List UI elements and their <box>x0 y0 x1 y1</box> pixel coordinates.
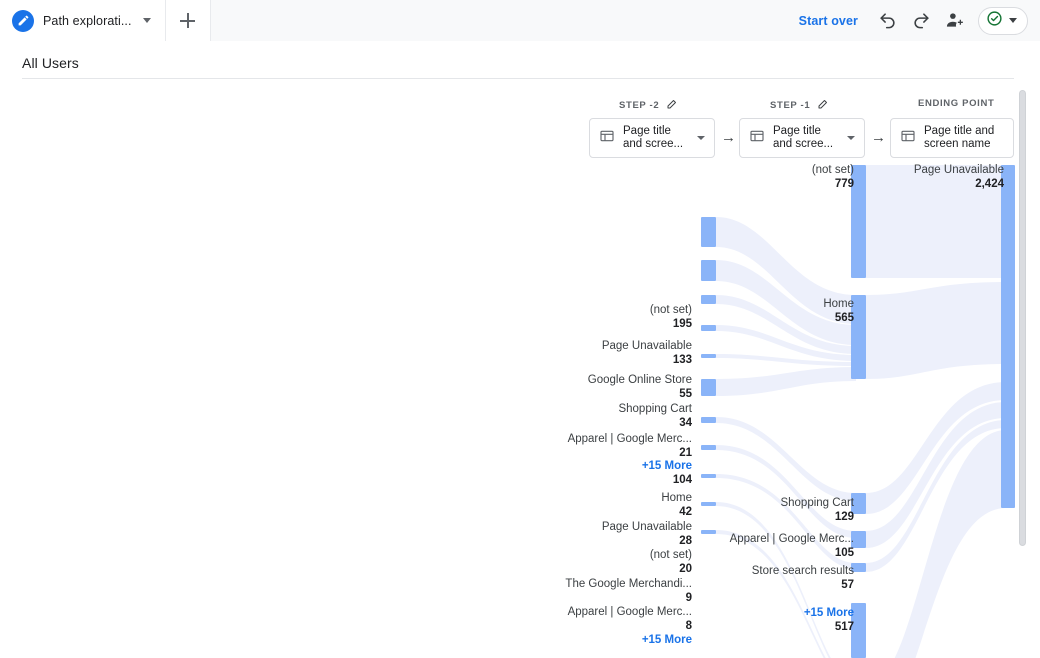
node-name: Page Unavailable <box>601 521 692 533</box>
node-name[interactable]: +15 More <box>642 634 692 648</box>
segment-header: All Users <box>0 41 1040 81</box>
segment-title: All Users <box>22 55 79 71</box>
node-name: Home <box>823 298 854 310</box>
node-name: Store search results <box>751 565 854 577</box>
node-name: (not set) <box>649 304 692 316</box>
divider <box>22 78 1014 79</box>
sankey-node-label-more[interactable]: +15 More 517 <box>804 607 854 634</box>
plus-icon <box>180 13 196 28</box>
sankey-node-bar[interactable] <box>701 354 716 358</box>
sankey-node-bar[interactable] <box>1001 165 1015 508</box>
node-value: 195 <box>672 317 692 330</box>
node-value: 517 <box>834 620 854 633</box>
pencil-circle-icon <box>12 9 34 32</box>
chevron-down-icon[interactable] <box>142 18 151 23</box>
tab-label: Path explorati... <box>43 13 132 28</box>
node-name[interactable]: +15 More <box>642 460 692 474</box>
node-name: (not set) <box>811 164 854 176</box>
node-name: Page Unavailable <box>601 340 692 352</box>
node-value: 2,424 <box>975 177 1004 190</box>
add-tab-button[interactable] <box>165 0 211 41</box>
node-name: Apparel | Google Merc... <box>567 433 692 445</box>
sankey-node-label[interactable]: The Google Merchandi... 9 <box>565 578 692 605</box>
sankey-node-bar[interactable] <box>701 325 716 331</box>
node-value: 104 <box>672 473 692 486</box>
node-name: Google Online Store <box>587 374 692 386</box>
node-name: Shopping Cart <box>618 403 692 415</box>
share-button[interactable] <box>938 4 972 38</box>
check-circle-icon <box>986 10 1003 32</box>
sankey-node-label[interactable]: Page Unavailable 28 <box>602 521 692 548</box>
node-value: 9 <box>685 591 692 604</box>
node-value: 28 <box>679 534 692 547</box>
sankey-node-bar[interactable] <box>701 217 716 247</box>
sankey-node-bar[interactable] <box>701 445 716 450</box>
sankey-node-label[interactable]: Page Unavailable 2,424 <box>914 164 1004 191</box>
undo-button[interactable] <box>870 4 904 38</box>
sankey-node-label[interactable]: Home 565 <box>823 298 854 325</box>
node-value: 20 <box>679 562 692 575</box>
node-name: Apparel | Google Merc... <box>729 533 854 545</box>
node-name: Shopping Cart <box>780 497 854 509</box>
chevron-down-icon[interactable] <box>1009 18 1017 23</box>
sankey-node-label[interactable]: Page Unavailable 133 <box>602 340 692 367</box>
sankey-node-label-more[interactable]: +15 More <box>642 634 692 648</box>
tab-path-exploration[interactable]: Path explorati... <box>0 0 166 41</box>
node-value: 779 <box>834 177 854 190</box>
sankey-ribbons <box>716 165 1006 658</box>
node-name: The Google Merchandi... <box>565 578 692 590</box>
node-value: 105 <box>834 546 854 559</box>
node-name: Page Unavailable <box>913 164 1004 176</box>
sankey-node-bar[interactable] <box>701 530 716 534</box>
node-name: Home <box>661 492 692 504</box>
sankey-node-label[interactable]: Shopping Cart 34 <box>618 403 692 430</box>
sankey-node-label[interactable]: Google Online Store 55 <box>588 374 692 401</box>
node-value: 42 <box>679 505 692 518</box>
node-value: 129 <box>834 510 854 523</box>
vertical-scrollbar[interactable] <box>1019 90 1026 546</box>
redo-button[interactable] <box>904 4 938 38</box>
node-name: Apparel | Google Merc... <box>567 606 692 618</box>
sankey-node-label[interactable]: (not set) 195 <box>650 304 692 331</box>
node-name: (not set) <box>649 549 692 561</box>
tab-bar: Path explorati... Start over <box>0 0 1040 41</box>
node-name[interactable]: +15 More <box>804 607 854 621</box>
sankey-node-label-more[interactable]: +15 More 104 <box>642 460 692 487</box>
status-pill[interactable] <box>978 6 1028 35</box>
start-over-button[interactable]: Start over <box>787 14 870 28</box>
node-value: 55 <box>679 387 692 400</box>
sankey-node-label[interactable]: Store search results 57 <box>752 565 854 592</box>
sankey-node-bar[interactable] <box>701 260 716 281</box>
toolbar: Start over <box>786 0 1040 41</box>
sankey-canvas: STEP -2 STEP -1 ENDING POINT Page title … <box>0 82 1040 658</box>
sankey-node-bar[interactable] <box>701 295 716 304</box>
sankey-node-label[interactable]: Apparel | Google Merc... 8 <box>568 606 692 633</box>
sankey-node-label[interactable]: Home 42 <box>661 492 692 519</box>
node-value: 34 <box>679 416 692 429</box>
node-value: 133 <box>672 353 692 366</box>
sankey-node-bar[interactable] <box>701 379 716 396</box>
path-exploration-app: Path explorati... Start over All Users S… <box>0 0 1040 658</box>
sankey-node-bar[interactable] <box>701 474 716 478</box>
sankey-node-label[interactable]: Apparel | Google Merc... 21 <box>568 433 692 460</box>
node-value: 8 <box>685 619 692 632</box>
sankey-node-label[interactable]: (not set) 20 <box>650 549 692 576</box>
sankey-node-label[interactable]: Apparel | Google Merc... 105 <box>730 533 854 560</box>
sankey-node-label[interactable]: (not set) 779 <box>812 164 854 191</box>
sankey-node-bar[interactable] <box>701 502 716 506</box>
node-value: 57 <box>841 578 854 591</box>
node-value: 565 <box>834 311 854 324</box>
sankey-node-bar[interactable] <box>701 417 716 423</box>
sankey-node-label[interactable]: Shopping Cart 129 <box>780 497 854 524</box>
node-value: 21 <box>679 446 692 459</box>
